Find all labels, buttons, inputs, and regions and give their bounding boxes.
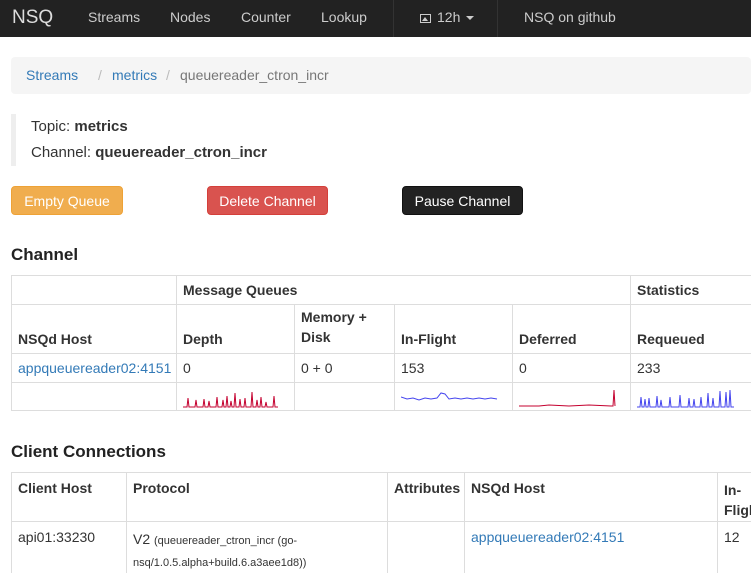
inflight-spark-cell: [394, 382, 513, 411]
client-host-header: Client Host: [11, 472, 127, 522]
top-navbar: NSQ Streams Nodes Counter Lookup 12h NSQ…: [0, 0, 751, 37]
empty-spark-cell: [11, 382, 177, 411]
channel-name: queuereader_ctron_incr: [95, 144, 267, 161]
channel-section-title: Channel: [11, 245, 79, 264]
protocol-detail-line1: (queuereader_ctron_incr (go-: [154, 535, 298, 547]
nav-github[interactable]: NSQ on github: [524, 9, 616, 25]
caret-down-icon: [466, 16, 475, 21]
breadcrumb-divider: /: [166, 67, 170, 83]
inflight-sparkline: [401, 391, 498, 401]
channel-table: Message Queues Statistics NSQd Host Dept…: [11, 275, 751, 411]
timeframe-label: 12h: [437, 9, 461, 25]
client-header-row: Client Host Protocol Attributes NSQd Hos…: [11, 472, 751, 522]
memory-disk-header-line2: Disk: [301, 329, 331, 345]
client-host-cell: api01:33230: [11, 521, 127, 573]
requeued-cell: 233: [630, 353, 751, 383]
depth-spark-cell: [176, 382, 295, 411]
nav-streams[interactable]: Streams: [88, 9, 140, 25]
channel-info: Topic: metrics Channel: queuereader_ctro…: [11, 114, 311, 166]
statistics-header: Statistics: [630, 275, 751, 305]
empty-header-cell: [11, 275, 177, 305]
deferred-sparkline: [519, 389, 616, 407]
sparkline-row: [11, 382, 751, 411]
channel-header-row: NSQd Host Depth Memory + Disk In-Flight D…: [11, 304, 751, 354]
breadcrumb-channel: queuereader_ctron_incr: [180, 67, 329, 83]
client-connections-table: Client Host Protocol Attributes NSQd Hos…: [11, 472, 751, 573]
client-inflight-header: In- Fligh: [717, 472, 751, 522]
nav-counter[interactable]: Counter: [241, 9, 291, 25]
inflight-header: In-Flight: [394, 304, 513, 354]
topic-name: metrics: [74, 118, 128, 135]
nsqd-host-header: NSQd Host: [11, 304, 177, 354]
delete-channel-button[interactable]: Delete Channel: [207, 186, 328, 215]
deferred-header: Deferred: [511, 304, 632, 354]
memory-disk-header-line1: Memory +: [301, 309, 367, 325]
table-row: api01:33230 V2 (queuereader_ctron_incr (…: [11, 521, 751, 573]
protocol-detail-line2: nsq/1.0.5.alpha+build.6.a3aee1d8)): [133, 557, 307, 569]
deferred-spark-cell: [511, 382, 632, 411]
empty-spark-cell: [294, 382, 395, 411]
nsqd-host-link[interactable]: appqueuereader02:4151: [18, 360, 171, 376]
message-queues-header: Message Queues: [175, 275, 632, 305]
nav-lookup[interactable]: Lookup: [321, 9, 367, 25]
table-row: appqueuereader02:4151 0 0 + 0 153 0 233: [11, 353, 751, 383]
protocol-header: Protocol: [126, 472, 388, 522]
pause-channel-button[interactable]: Pause Channel: [402, 186, 523, 215]
memory-disk-cell: 0 + 0: [294, 353, 395, 383]
nsqd-host-cell: appqueuereader02:4151: [11, 353, 177, 383]
client-inflight-cell: 12: [717, 521, 751, 573]
empty-queue-button[interactable]: Empty Queue: [11, 186, 123, 215]
inflight-cell: 153: [394, 353, 513, 383]
channel-line: Channel: queuereader_ctron_incr: [31, 144, 267, 161]
breadcrumb: Streams / metrics / queuereader_ctron_in…: [11, 57, 751, 94]
topic-label: Topic:: [31, 118, 71, 135]
depth-header: Depth: [176, 304, 295, 354]
breadcrumb-streams[interactable]: Streams: [26, 67, 78, 83]
client-connections-title: Client Connections: [11, 442, 166, 461]
attributes-cell: [387, 521, 465, 573]
protocol-version: V2: [133, 531, 151, 547]
nav-divider: [497, 0, 498, 37]
depth-sparkline: [183, 391, 278, 407]
deferred-cell: 0: [511, 353, 632, 383]
nav-nodes[interactable]: Nodes: [170, 9, 210, 25]
picture-icon: [420, 13, 431, 23]
memory-disk-header: Memory + Disk: [294, 304, 395, 354]
client-nsqd-host-link[interactable]: appqueuereader02:4151: [471, 529, 624, 545]
client-inflight-header-line1: In-: [724, 482, 742, 498]
topic-line: Topic: metrics: [31, 118, 128, 135]
requeued-spark-cell: [630, 382, 751, 411]
depth-cell: 0: [176, 353, 295, 383]
attributes-header: Attributes: [387, 472, 465, 522]
breadcrumb-divider: /: [98, 67, 102, 83]
protocol-cell: V2 (queuereader_ctron_incr (go-nsq/1.0.5…: [126, 521, 388, 573]
channel-label: Channel:: [31, 144, 92, 161]
client-inflight-header-line2: Fligh: [724, 502, 751, 518]
client-nsqd-host-header: NSQd Host: [464, 472, 718, 522]
requeued-sparkline: [637, 389, 735, 407]
timeframe-dropdown[interactable]: 12h: [420, 9, 475, 25]
channel-group-header-row: Message Queues Statistics: [11, 275, 751, 305]
client-nsqd-host-cell: appqueuereader02:4151: [464, 521, 718, 573]
nav-divider: [393, 0, 394, 37]
brand-logo[interactable]: NSQ: [12, 7, 53, 29]
requeued-header: Requeued: [630, 304, 751, 354]
breadcrumb-topic[interactable]: metrics: [112, 67, 157, 83]
